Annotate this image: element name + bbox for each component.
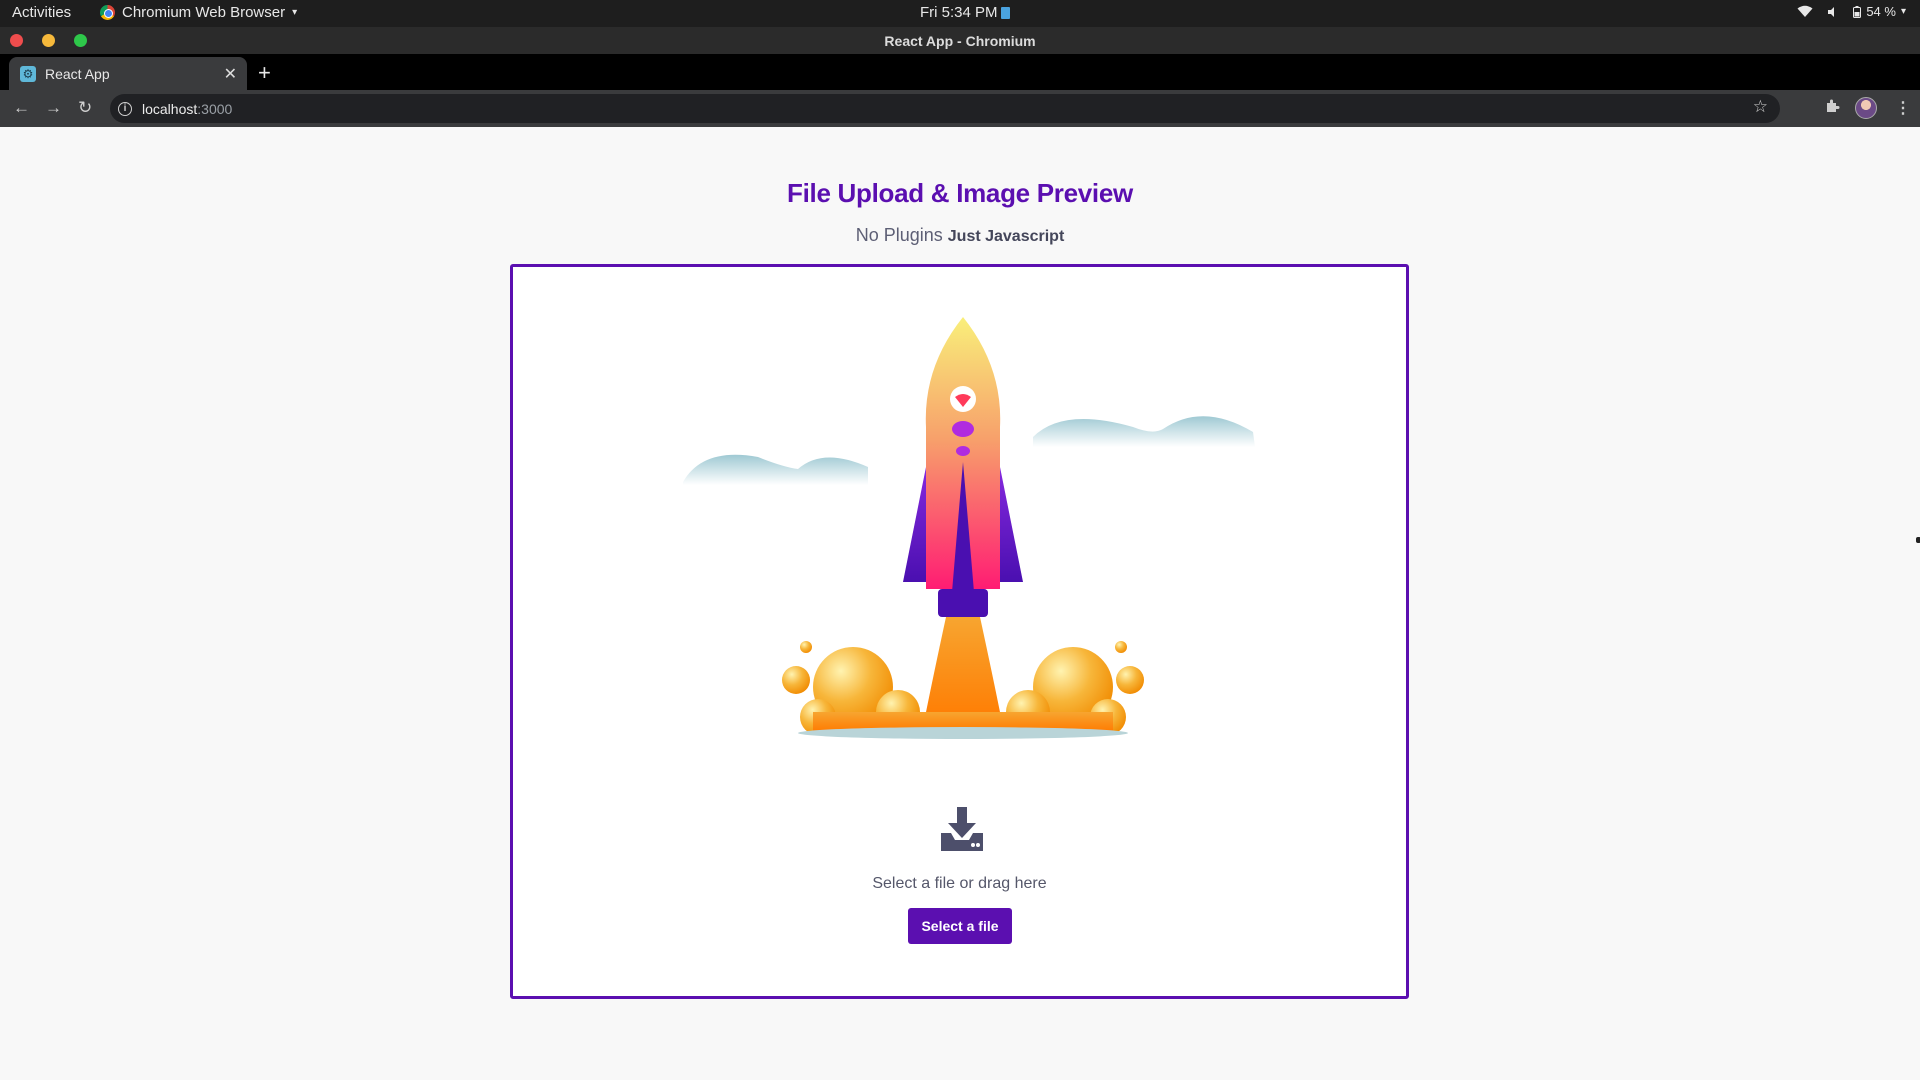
battery-icon [1853, 5, 1862, 18]
chromium-icon [100, 5, 115, 20]
drop-zone-prompt: Select a file or drag here [872, 875, 1047, 892]
tab-title: React App [45, 65, 110, 82]
clock-label: Fri 5:34 PM [920, 4, 998, 21]
tab-close-icon[interactable]: ✕ [224, 64, 237, 84]
page-title: File Upload & Image Preview [787, 178, 1133, 208]
react-favicon-icon: ⚙ [20, 65, 36, 82]
extensions-icon[interactable] [1824, 98, 1840, 114]
system-top-bar: Activities Chromium Web Browser ▾ Fri 5:… [0, 0, 1920, 27]
activities-button[interactable]: Activities [12, 4, 71, 21]
address-bar[interactable]: i localhost:3000 ☆ [110, 94, 1780, 123]
page-subtitle: No Plugins Just Javascript [0, 225, 1920, 246]
select-file-button[interactable]: Select a file [908, 908, 1012, 944]
system-tray[interactable]: 54 % ▾ [1797, 4, 1906, 19]
browser-toolbar: ← → ↻ i localhost:3000 ☆ ⋮ [0, 90, 1920, 127]
url-port: :3000 [197, 100, 233, 117]
mouse-cursor [1916, 537, 1920, 543]
app-menu[interactable]: Chromium Web Browser ▾ [100, 4, 297, 21]
profile-avatar[interactable] [1855, 97, 1877, 119]
app-menu-label: Chromium Web Browser [122, 4, 286, 21]
subtitle-plain: No Plugins [855, 225, 943, 245]
clock[interactable]: Fri 5:34 PM [920, 4, 1010, 21]
download-icon [941, 807, 983, 851]
chevron-down-icon: ▾ [1900, 6, 1906, 17]
rocket-illustration [683, 317, 1255, 739]
battery-percentage: 54 % [1866, 4, 1896, 19]
notification-icon [1000, 6, 1010, 19]
wifi-icon [1797, 5, 1813, 17]
window-title-bar: React App - Chromium [0, 27, 1920, 54]
window-title: React App - Chromium [884, 33, 1036, 49]
volume-icon [1828, 6, 1835, 17]
url-host: localhost [142, 100, 198, 117]
page-content: File Upload & Image Preview No Plugins J… [0, 127, 1920, 1080]
tab-strip: ⚙ React App ✕ + [0, 54, 1920, 90]
subtitle-strong: Just Javascript [947, 228, 1065, 245]
forward-icon[interactable]: → [45, 98, 62, 118]
tab-react-app[interactable]: ⚙ React App ✕ [9, 57, 247, 90]
bookmark-star-icon[interactable]: ☆ [1753, 97, 1768, 117]
back-icon[interactable]: ← [13, 98, 30, 118]
reload-icon[interactable]: ↻ [78, 98, 92, 118]
file-drop-zone[interactable]: Select a file or drag here Select a file [510, 264, 1409, 999]
chevron-down-icon: ▾ [292, 7, 298, 18]
info-icon[interactable]: i [118, 101, 132, 116]
menu-icon[interactable]: ⋮ [1895, 98, 1911, 118]
new-tab-button[interactable]: + [258, 60, 271, 86]
